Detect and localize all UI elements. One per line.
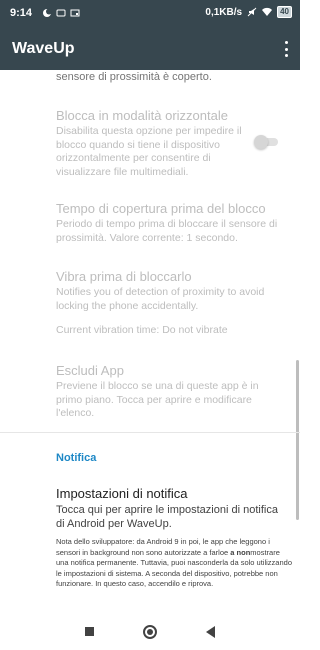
mute-icon [247,7,257,17]
app-title: WaveUp [12,40,75,57]
more-vert-icon[interactable] [280,38,292,60]
pref-current-value: Current vibration time: Do not vibrate [56,324,228,336]
pref-lock-landscape[interactable]: Blocca in modalità orizzontale Disabilit… [56,108,251,179]
pref-exclude-apps[interactable]: Escludi App Previene il blocco se una di… [56,363,284,421]
scrollbar[interactable] [296,360,299,520]
pref-summary: Disabilita questa opzione per impedire i… [56,125,242,178]
pref-title: Vibra prima di bloccarlo [56,269,192,284]
pref-summary: Previene il blocco se una di queste app … [56,380,259,419]
navigation-bar [0,615,300,650]
pref-summary: Notifies you of detection of proximity t… [56,286,265,312]
pref-title: Tempo di copertura prima del blocco [56,201,266,216]
pref-title: Impostazioni di notifica [56,486,188,501]
pref-vibrate[interactable]: Vibra prima di bloccarlo Notifies you of… [56,269,284,338]
app-bar: WaveUp [0,28,300,70]
moon-icon [43,8,52,17]
message-icon [56,9,66,17]
circle-icon[interactable] [143,625,157,639]
pref-cover-time[interactable]: Tempo di copertura prima del blocco Peri… [56,201,284,245]
status-bar: 9:14 0,1KB/s 40 [0,0,300,28]
developer-note: Nota dello sviluppatore: da Android 9 in… [56,537,292,589]
cast-icon [70,9,80,17]
network-speed: 0,1KB/s [205,6,243,18]
previous-pref-summary: sensore di prossimità è coperto. [56,71,212,83]
pref-summary: Periodo di tempo prima di bloccare il se… [56,218,278,244]
settings-list[interactable]: sensore di prossimità è coperto. Blocca … [0,70,300,615]
pref-notification-settings[interactable]: Impostazioni di notifica Tocca qui per a… [56,486,288,531]
status-time: 9:14 [10,7,33,19]
category-notifica: Notifica [56,452,97,464]
pref-title: Blocca in modalità orizzontale [56,108,228,123]
divider [0,432,300,433]
triangle-back-icon[interactable] [206,626,215,638]
wifi-icon [262,7,273,17]
pref-title: Escludi App [56,363,124,378]
battery-icon: 40 [277,6,292,18]
square-icon[interactable] [85,627,94,636]
pref-summary: Tocca qui per aprire le impostazioni di … [56,504,278,530]
landscape-toggle[interactable] [254,135,280,149]
